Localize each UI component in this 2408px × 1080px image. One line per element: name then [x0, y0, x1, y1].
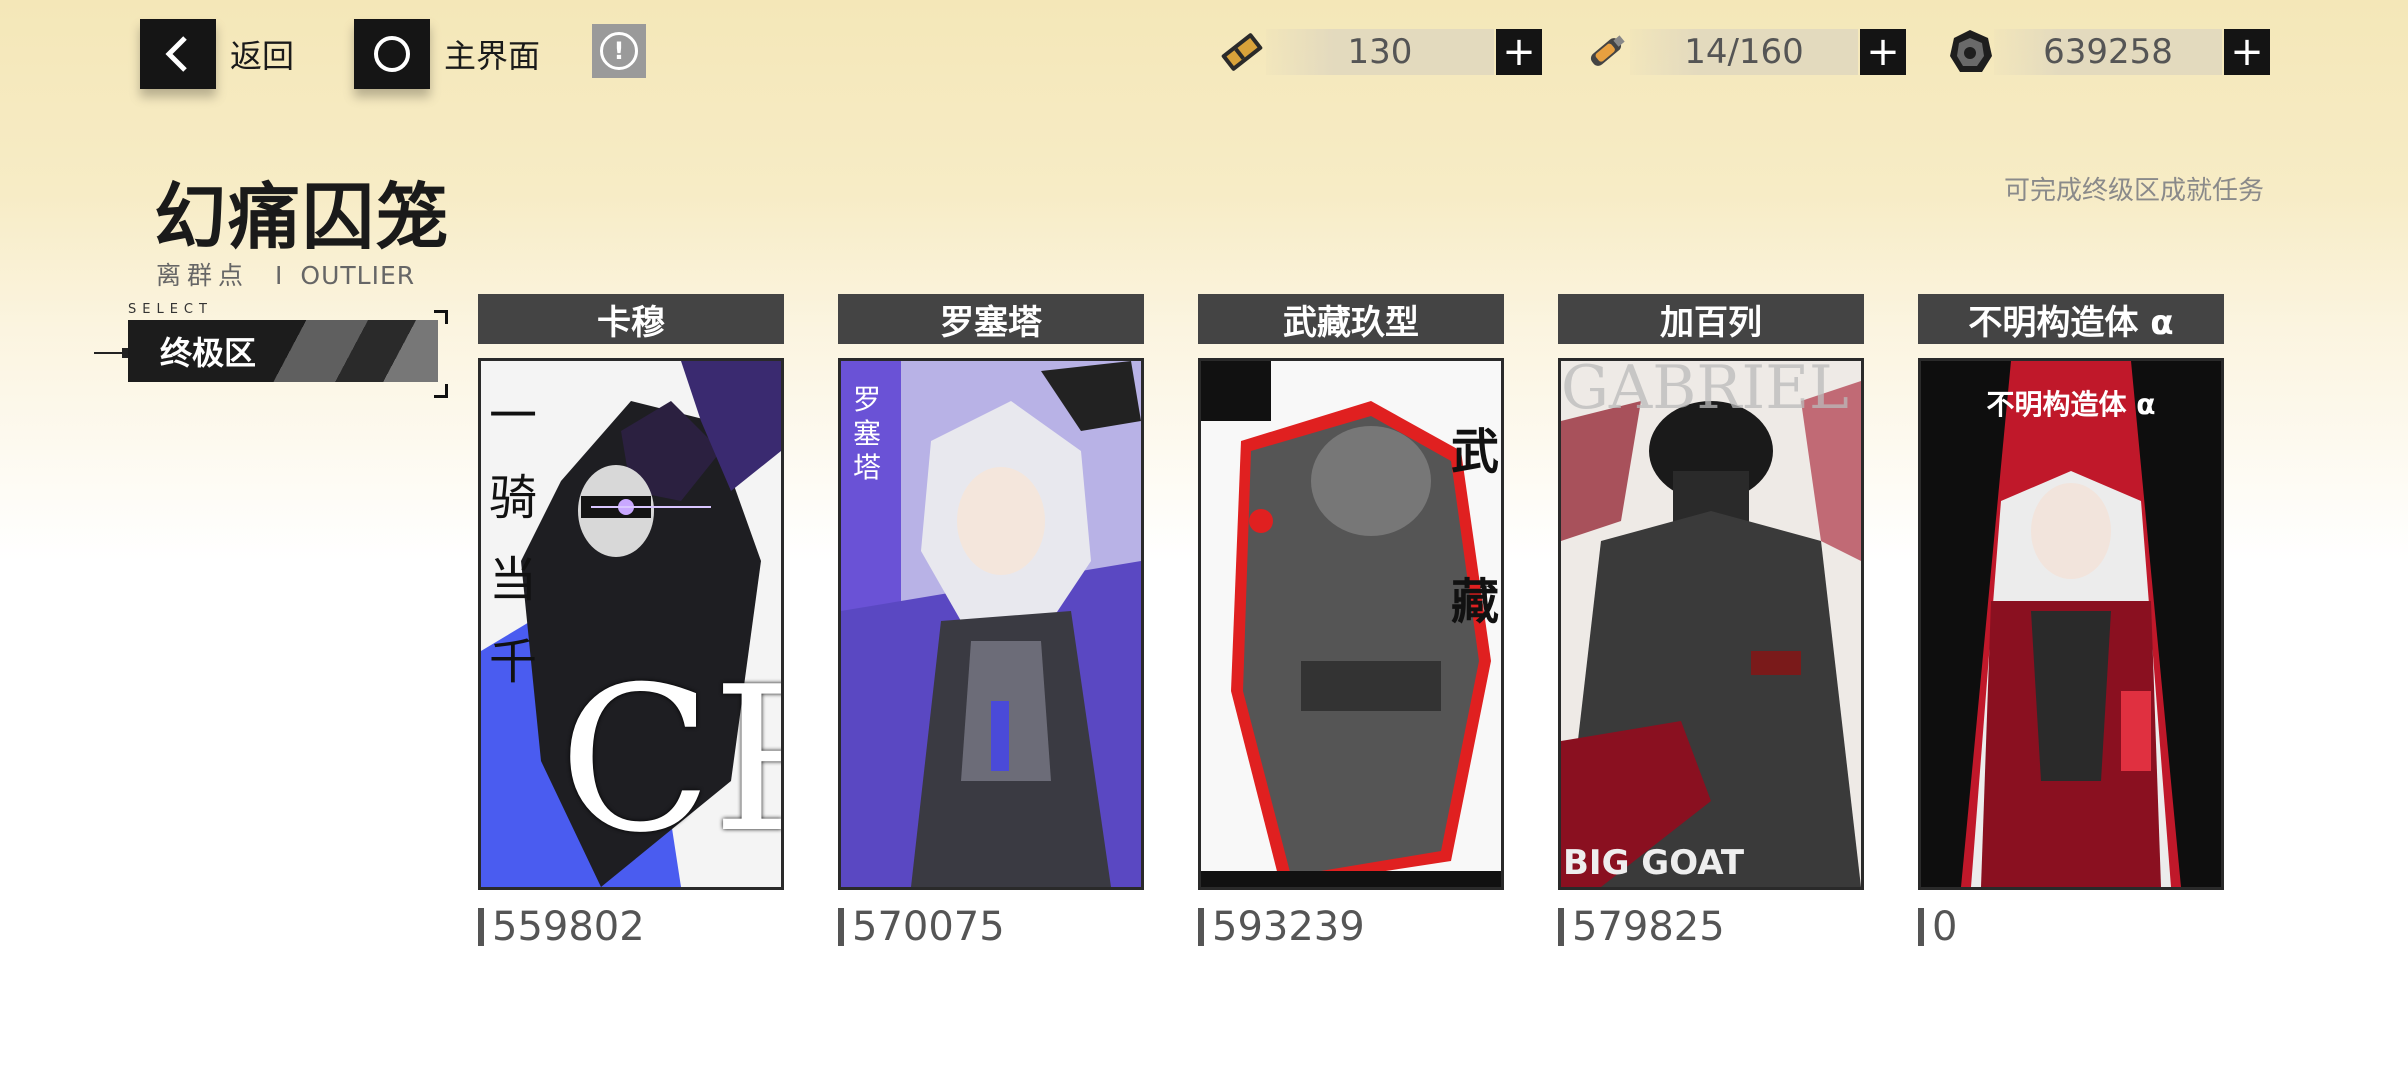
- subtitle-cn: 离群点: [156, 261, 250, 290]
- resource-serum: 14/160 +: [1576, 22, 1906, 82]
- serum-value: 14/160: [1630, 29, 1858, 75]
- achievement-hint: 可完成终级区成就任务: [2003, 176, 2264, 206]
- boss-score: 593239: [1198, 904, 1504, 950]
- boss-portrait: 罗塞塔: [838, 358, 1144, 890]
- back-arrow-icon: [140, 19, 216, 89]
- boss-score: 570075: [838, 904, 1144, 950]
- coin-value: 639258: [1994, 29, 2222, 75]
- boss-score: 0: [1918, 904, 2224, 950]
- art-vertical-text: 一 骑 当 千: [489, 388, 538, 690]
- art-banner-text: GABRIEL: [1561, 358, 1849, 423]
- boss-card-list: 卡穆 一 骑 当 千 CR 559802 罗塞塔: [478, 294, 2278, 950]
- score-bar: [838, 908, 844, 946]
- boss-card-rosetta[interactable]: 罗塞塔 罗塞塔 570075: [838, 294, 1144, 950]
- art-vertical-text: 武 藏: [1451, 424, 1500, 630]
- subtitle-separator: I: [275, 261, 283, 290]
- difficulty-select: SELECT 终极区: [94, 300, 454, 400]
- exclamation-icon: !: [600, 32, 639, 70]
- select-caption: SELECT: [128, 302, 213, 317]
- subtitle-en: OUTLIER: [300, 261, 416, 290]
- select-connector-line: [94, 352, 124, 354]
- home-label: 主界面: [444, 37, 541, 75]
- art-vertical-text: 罗塞塔: [853, 383, 882, 484]
- add-coin-button[interactable]: +: [2224, 29, 2270, 75]
- boss-score: 579825: [1558, 904, 1864, 950]
- back-label: 返回: [230, 37, 295, 75]
- score-bar: [478, 908, 484, 946]
- resource-bar: 130 + 14/160 + 639258 +: [1178, 22, 2270, 82]
- boss-name: 武藏玖型: [1198, 294, 1504, 344]
- coin-icon: [1940, 22, 2000, 82]
- score-value: 0: [1932, 904, 1958, 950]
- score-bar: [1198, 908, 1204, 946]
- score-bar: [1918, 908, 1924, 946]
- art-title-text: 不明构造体 α: [1986, 388, 2156, 421]
- bracket-decoration: [434, 310, 448, 324]
- boss-card-unknown-alpha[interactable]: 不明构造体 α 不明构造体 α 0: [1918, 294, 2224, 950]
- boss-card-musashi[interactable]: 武藏玖型 武 藏 593239: [1198, 294, 1504, 950]
- resource-coin: 639258 +: [1940, 22, 2270, 82]
- resource-stamina: 130 +: [1212, 22, 1542, 82]
- boss-name: 不明构造体 α: [1918, 294, 2224, 344]
- score-value: 570075: [852, 904, 1005, 950]
- home-circle-icon: [354, 19, 431, 89]
- art-bottom-text: BIG GOAT: [1563, 843, 1745, 883]
- boss-portrait: 武 藏: [1198, 358, 1504, 890]
- bracket-decoration: [434, 384, 448, 398]
- score-bar: [1558, 908, 1564, 946]
- boss-portrait: 不明构造体 α: [1918, 358, 2224, 890]
- info-button[interactable]: !: [592, 24, 647, 78]
- boss-name: 加百列: [1558, 294, 1864, 344]
- stamina-value: 130: [1266, 29, 1494, 75]
- boss-name: 罗塞塔: [838, 294, 1144, 344]
- stamina-ticket-icon: [1212, 22, 1272, 82]
- add-serum-button[interactable]: +: [1860, 29, 1906, 75]
- back-button[interactable]: 返回: [140, 18, 294, 90]
- add-stamina-button[interactable]: +: [1496, 29, 1542, 75]
- score-value: 593239: [1212, 904, 1365, 950]
- score-value: 559802: [492, 904, 645, 950]
- boss-card-kamu[interactable]: 卡穆 一 骑 当 千 CR 559802: [478, 294, 784, 950]
- boss-portrait: GABRIEL BIG GOAT: [1558, 358, 1864, 890]
- page-subtitle: 离群点 I OUTLIER: [156, 256, 415, 292]
- boss-card-gabriel[interactable]: 加百列 GABRIEL BIG GOAT 579825: [1558, 294, 1864, 950]
- art-big-letters: CR: [559, 644, 781, 877]
- serum-vial-icon: [1576, 22, 1636, 82]
- select-difficulty-button[interactable]: 终极区: [128, 320, 438, 382]
- page-title: 幻痛囚笼: [154, 175, 451, 259]
- boss-portrait: 一 骑 当 千 CR: [478, 358, 784, 890]
- top-navigation: 返回 主界面 !: [140, 16, 647, 92]
- boss-name: 卡穆: [478, 294, 784, 344]
- boss-score: 559802: [478, 904, 784, 950]
- score-value: 579825: [1572, 904, 1725, 950]
- home-button[interactable]: 主界面: [354, 18, 540, 90]
